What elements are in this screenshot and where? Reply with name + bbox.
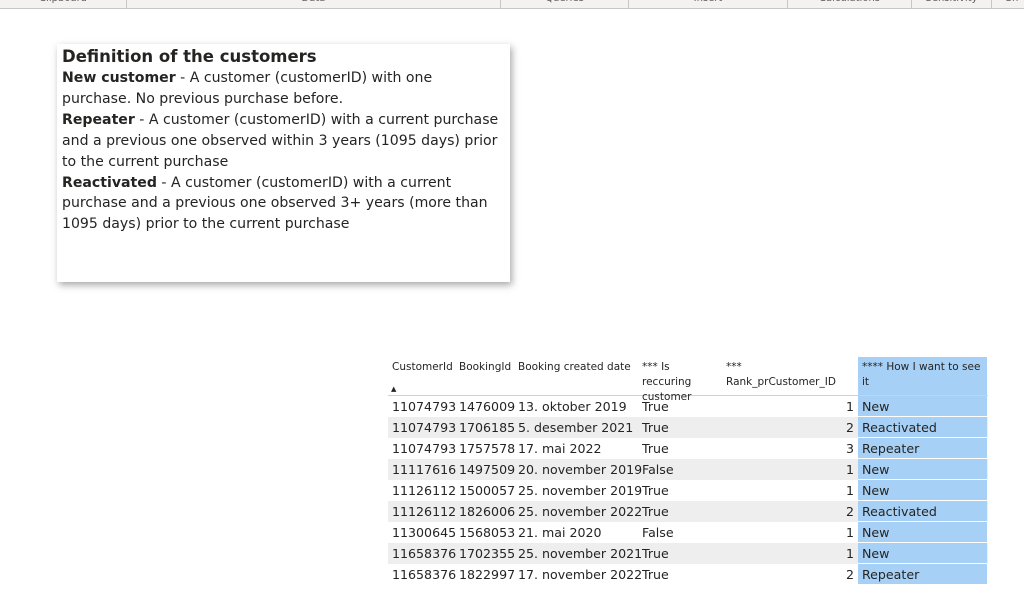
- customerid-cell: 11074793: [392, 441, 457, 456]
- booking-date-cell: 5. desember 2021: [518, 420, 634, 435]
- table-body: 11074793 1476009 13. oktober 2019 True 1 New 1…: [388, 396, 988, 585]
- definition-term: Repeater: [62, 111, 135, 128]
- rank-cell: 2: [845, 567, 854, 582]
- ribbon-group-sensitivity: Sensitivity: [912, 0, 992, 8]
- column-header-booking-created-date[interactable]: Booking created date: [514, 357, 638, 395]
- rank-cell: 1: [845, 399, 854, 414]
- column-header-label: CustomerId: [392, 361, 453, 373]
- is-reccuring-cell: True: [642, 441, 669, 456]
- booking-date-cell: 21. mai 2020: [518, 525, 602, 540]
- table-row[interactable]: 11126112 1826006 25. november 2022 True 2 Rea…: [388, 501, 988, 522]
- rank-cell: 1: [845, 525, 854, 540]
- customerid-cell: 11074793: [392, 420, 457, 435]
- customerid-cell: 11126112: [392, 483, 457, 498]
- definition-repeater: Repeater - A customer (customerID) with …: [62, 110, 505, 173]
- table-row[interactable]: 11074793 1757578 17. mai 2022 True 3 Repeater: [388, 438, 988, 459]
- ribbon-group-queries: Queries: [501, 0, 629, 8]
- table-row[interactable]: 11126112 1500057 25. november 2019 True 1 New: [388, 480, 988, 501]
- ribbon-group-share: Sh: [992, 0, 1024, 8]
- is-reccuring-cell: True: [642, 420, 669, 435]
- customerid-cell: 11300645: [392, 525, 457, 540]
- column-header-bookingid[interactable]: BookingId: [455, 357, 514, 395]
- booking-date-cell: 25. november 2019: [518, 483, 643, 498]
- definition-new-customer: New customer - A customer (customerID) w…: [62, 68, 505, 110]
- customerid-cell: 11658376: [392, 546, 457, 561]
- column-header-how-i-want-to-see-it[interactable]: **** How I want to see it: [858, 357, 987, 395]
- ribbon-group-data: Data: [127, 0, 501, 8]
- customer-type-cell: New: [858, 480, 987, 501]
- bookingid-cell: 1822997: [459, 567, 516, 582]
- customerid-cell: 11117616: [392, 462, 457, 477]
- bookingid-cell: 1568053: [459, 525, 516, 540]
- definition-term: New customer: [62, 70, 176, 86]
- booking-date-cell: 17. november 2022: [518, 567, 643, 582]
- customer-type-cell: New: [858, 543, 987, 564]
- bookingid-cell: 1702355: [459, 546, 516, 561]
- customer-table[interactable]: CustomerId ▲ BookingId Booking created d…: [388, 357, 988, 585]
- rank-cell: 1: [845, 483, 854, 498]
- rank-cell: 2: [845, 420, 854, 435]
- column-header-rank-prcustomer-id[interactable]: *** Rank_prCustomer_ID: [722, 357, 858, 395]
- definition-title: Definition of the customers: [62, 47, 317, 66]
- rank-cell: 3: [845, 441, 854, 456]
- is-reccuring-cell: True: [642, 504, 669, 519]
- customerid-cell: 11126112: [392, 504, 457, 519]
- rank-cell: 2: [845, 504, 854, 519]
- customer-type-cell: Reactivated: [858, 417, 987, 438]
- customer-type-cell: New: [858, 459, 987, 480]
- booking-date-cell: 20. november 2019: [518, 462, 643, 477]
- customer-type-cell: Reactivated: [858, 501, 987, 522]
- table-row[interactable]: 11658376 1702355 25. november 2021 True 1 New: [388, 543, 988, 564]
- customerid-cell: 11658376: [392, 567, 457, 582]
- bookingid-cell: 1476009: [459, 399, 516, 414]
- ribbon-group-labels: Clipboard Data Queries Insert Calculatio…: [0, 0, 1024, 9]
- bookingid-cell: 1706185: [459, 420, 516, 435]
- booking-date-cell: 17. mai 2022: [518, 441, 602, 456]
- customerid-cell: 11074793: [392, 399, 457, 414]
- bookingid-cell: 1826006: [459, 504, 516, 519]
- customer-type-cell: Repeater: [858, 564, 987, 585]
- is-reccuring-cell: True: [642, 546, 669, 561]
- rank-cell: 1: [845, 546, 854, 561]
- table-row[interactable]: 11074793 1706185 5. desember 2021 True 2 Reac…: [388, 417, 988, 438]
- customer-type-cell: Repeater: [858, 438, 987, 459]
- table-row[interactable]: 11117616 1497509 20. november 2019 False 1 Ne…: [388, 459, 988, 480]
- definition-term: Reactivated: [62, 174, 157, 191]
- booking-date-cell: 25. november 2022: [518, 504, 643, 519]
- booking-date-cell: 13. oktober 2019: [518, 399, 627, 414]
- bookingid-cell: 1500057: [459, 483, 516, 498]
- ribbon-group-calculations: Calculations: [788, 0, 912, 8]
- ribbon-group-clipboard: Clipboard: [0, 0, 127, 8]
- rank-cell: 1: [845, 462, 854, 477]
- sort-ascending-icon[interactable]: ▲: [391, 385, 396, 393]
- bookingid-cell: 1497509: [459, 462, 516, 477]
- column-header-is-reccuring-customer[interactable]: *** Is reccuring customer: [638, 357, 722, 403]
- table-row[interactable]: 11300645 1568053 21. mai 2020 False 1 New: [388, 522, 988, 543]
- customer-type-cell: New: [858, 522, 987, 543]
- ribbon-group-insert: Insert: [629, 0, 788, 8]
- bookingid-cell: 1757578: [459, 441, 516, 456]
- is-reccuring-cell: True: [642, 399, 669, 414]
- definition-reactivated: Reactivated - A customer (customerID) wi…: [62, 173, 505, 236]
- column-header-customerid[interactable]: CustomerId ▲: [388, 357, 455, 395]
- booking-date-cell: 25. november 2021: [518, 546, 643, 561]
- definition-textbox[interactable]: Definition of the customers New customer…: [57, 44, 510, 282]
- is-reccuring-cell: True: [642, 483, 669, 498]
- table-row[interactable]: 11658376 1822997 17. november 2022 True 2 Rep…: [388, 564, 988, 585]
- table-header-row: CustomerId ▲ BookingId Booking created d…: [388, 357, 988, 403]
- is-reccuring-cell: True: [642, 567, 669, 582]
- table-row[interactable]: 11074793 1476009 13. oktober 2019 True 1 New: [388, 396, 988, 417]
- customer-type-cell: New: [858, 396, 987, 417]
- is-reccuring-cell: False: [642, 462, 674, 477]
- is-reccuring-cell: False: [642, 525, 674, 540]
